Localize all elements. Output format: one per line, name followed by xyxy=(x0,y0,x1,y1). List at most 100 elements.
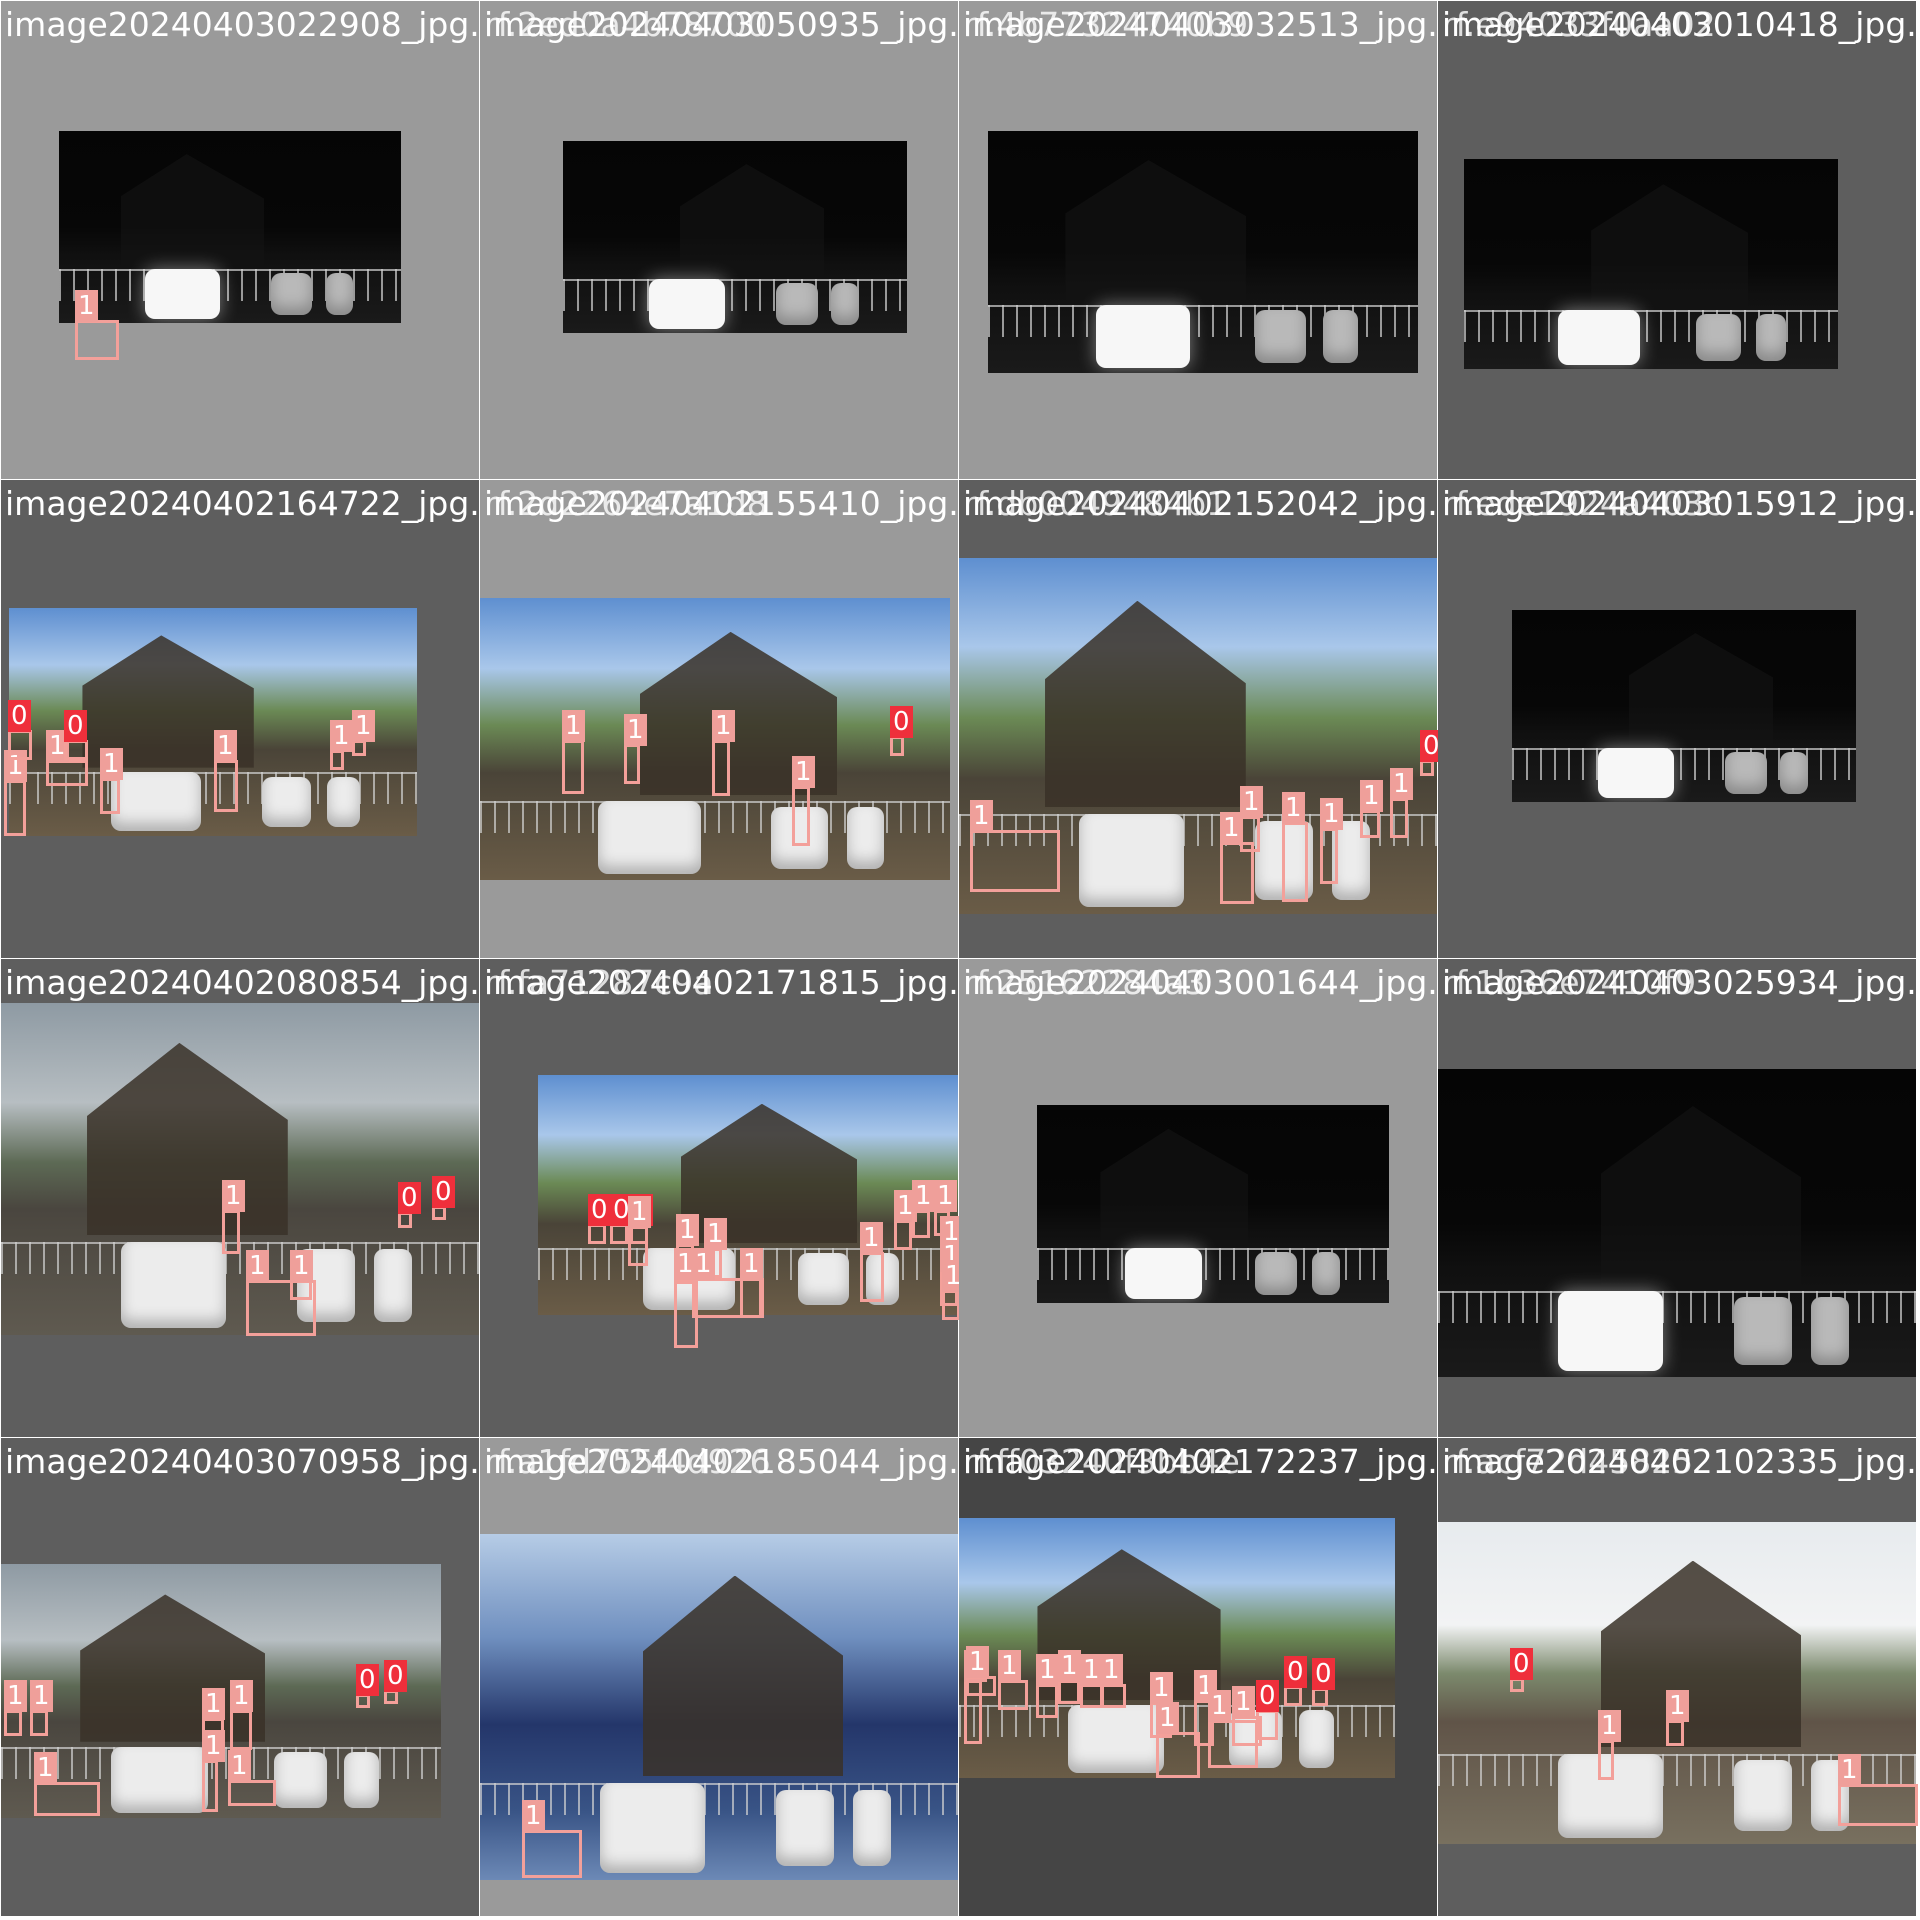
hay-bale xyxy=(271,273,313,316)
barn-shape xyxy=(1045,600,1246,808)
camera-frame xyxy=(1438,1069,1916,1377)
barn-shape xyxy=(1628,633,1774,745)
class-label: 1 xyxy=(352,710,375,742)
class-label: 1 xyxy=(222,1180,245,1212)
class-label: 1 xyxy=(1232,1686,1255,1718)
class-label: 1 xyxy=(792,756,815,788)
class-label: 0 xyxy=(588,1194,611,1226)
barn-shape xyxy=(87,1042,288,1236)
bounding-box xyxy=(792,786,810,846)
bounding-box xyxy=(1510,1678,1524,1692)
hay-bale xyxy=(1078,814,1184,907)
hay-bale xyxy=(599,1783,705,1874)
class-label: 1 xyxy=(1058,1650,1081,1682)
bounding-box xyxy=(912,1210,930,1238)
hay-bale xyxy=(261,776,311,827)
bounding-box xyxy=(290,1280,312,1300)
bounding-box xyxy=(1058,1680,1080,1704)
hay-bale xyxy=(1255,1251,1298,1296)
mosaic-tile: image20240403032513_jpg. rf.4b77324740b9 xyxy=(959,1,1437,479)
tile-filename: rf.2ed0a4b78700 xyxy=(484,5,768,44)
class-label: 1 xyxy=(1598,1710,1621,1742)
class-label: 1 xyxy=(246,1250,269,1282)
class-label: 0 xyxy=(890,706,913,738)
tile-filename: image20240402080854_jpg. xyxy=(5,963,479,1002)
class-label: 1 xyxy=(562,710,585,742)
hay-bale xyxy=(1557,1290,1663,1371)
tile-filename: rf.2d2264e7a1d8 xyxy=(484,484,768,523)
tile-filename: image20240403070958_jpg. xyxy=(5,1442,479,1481)
barn-shape xyxy=(120,154,265,266)
class-label: 1 xyxy=(1360,780,1383,812)
class-label: 1 xyxy=(912,1180,935,1212)
bounding-box xyxy=(628,1226,648,1266)
class-label: 1 xyxy=(1282,792,1305,824)
bounding-box xyxy=(562,740,584,794)
class-label: 1 xyxy=(740,1248,763,1280)
class-label: 1 xyxy=(628,1196,651,1228)
bounding-box xyxy=(1312,1688,1328,1706)
camera-frame xyxy=(563,141,907,333)
class-label: 1 xyxy=(1208,1690,1231,1722)
class-label: 1 xyxy=(1320,798,1343,830)
bounding-box xyxy=(1598,1740,1614,1780)
class-label: 1 xyxy=(1240,786,1263,818)
class-label: 1 xyxy=(75,290,98,322)
tile-filename: rf.4b77324740b9 xyxy=(963,5,1249,44)
bounding-box xyxy=(1036,1684,1058,1718)
hay-bale xyxy=(1299,1710,1334,1768)
mosaic-tile: image20240403025934_jpg. rf.1b36e7410f9 xyxy=(1438,959,1916,1437)
bounding-box xyxy=(330,750,344,770)
hay-bale xyxy=(111,772,201,832)
bounding-box xyxy=(890,736,904,756)
class-label: 1 xyxy=(1390,768,1413,800)
class-label: 1 xyxy=(692,1248,715,1280)
tile-filename: rf.ff03240f3bb4e xyxy=(963,1442,1240,1481)
class-label: 1 xyxy=(998,1650,1021,1682)
mosaic-tile: image20240403050935_jpg. rf.2ed0a4b78700 xyxy=(480,1,958,479)
bounding-box xyxy=(1284,1686,1302,1706)
mosaic-tile: image20240403015912_jpg. rf.ede1924a403c xyxy=(1438,480,1916,958)
tile-filename: rf.25162284a3 xyxy=(963,963,1206,1002)
class-label: 1 xyxy=(966,1646,989,1678)
barn-shape xyxy=(642,1575,844,1777)
class-label: 0 xyxy=(398,1182,421,1214)
hay-bale xyxy=(1755,314,1786,361)
bounding-box xyxy=(942,1290,960,1320)
bounding-box xyxy=(75,320,119,360)
hay-bale xyxy=(776,283,818,326)
tile-filename: rf.ede1924a403c xyxy=(1442,484,1723,523)
hay-bale xyxy=(273,1751,327,1808)
tile-filename: rf.e94033f0aa02 xyxy=(1442,5,1716,44)
bounding-box xyxy=(970,830,1060,892)
barn-shape xyxy=(1100,1128,1249,1244)
tile-filename: rf.a1fd755f4d926 xyxy=(484,1442,771,1481)
tile-filename: image20240403022908_jpg. xyxy=(5,5,479,44)
bounding-box xyxy=(1420,760,1434,776)
tile-filename: rf.fa71287c9a xyxy=(484,963,714,1002)
hay-bale xyxy=(1557,310,1640,365)
tile-filename: rf.1b36e7410f9 xyxy=(1442,963,1697,1002)
class-label: 1 xyxy=(1036,1654,1059,1686)
class-label: 1 xyxy=(214,730,237,762)
bounding-box xyxy=(230,1710,252,1750)
class-label: 1 xyxy=(860,1222,883,1254)
bounding-box xyxy=(1100,1684,1126,1708)
class-label: 1 xyxy=(704,1218,727,1250)
mosaic-tile: image20240403010418_jpg. rf.e94033f0aa02 xyxy=(1438,1,1916,479)
hay-bale xyxy=(373,1248,413,1322)
bounding-box xyxy=(384,1690,398,1704)
bounding-box xyxy=(64,740,88,760)
class-label: 1 xyxy=(330,720,353,752)
mosaic-tile: image20240403070958_jpg. xyxy=(1,1438,479,1916)
mosaic-tile: image20240403001644_jpg. rf.25162284a3 xyxy=(959,959,1437,1437)
class-label: 1 xyxy=(624,714,647,746)
bounding-box xyxy=(432,1206,446,1220)
bounding-box xyxy=(1256,1710,1278,1740)
class-label: 0 xyxy=(432,1176,455,1208)
class-label: 1 xyxy=(202,1730,225,1762)
hay-bale xyxy=(1323,310,1358,364)
class-label: 1 xyxy=(1666,1690,1689,1722)
bounding-box xyxy=(610,1224,628,1244)
hay-bale xyxy=(1695,314,1741,361)
